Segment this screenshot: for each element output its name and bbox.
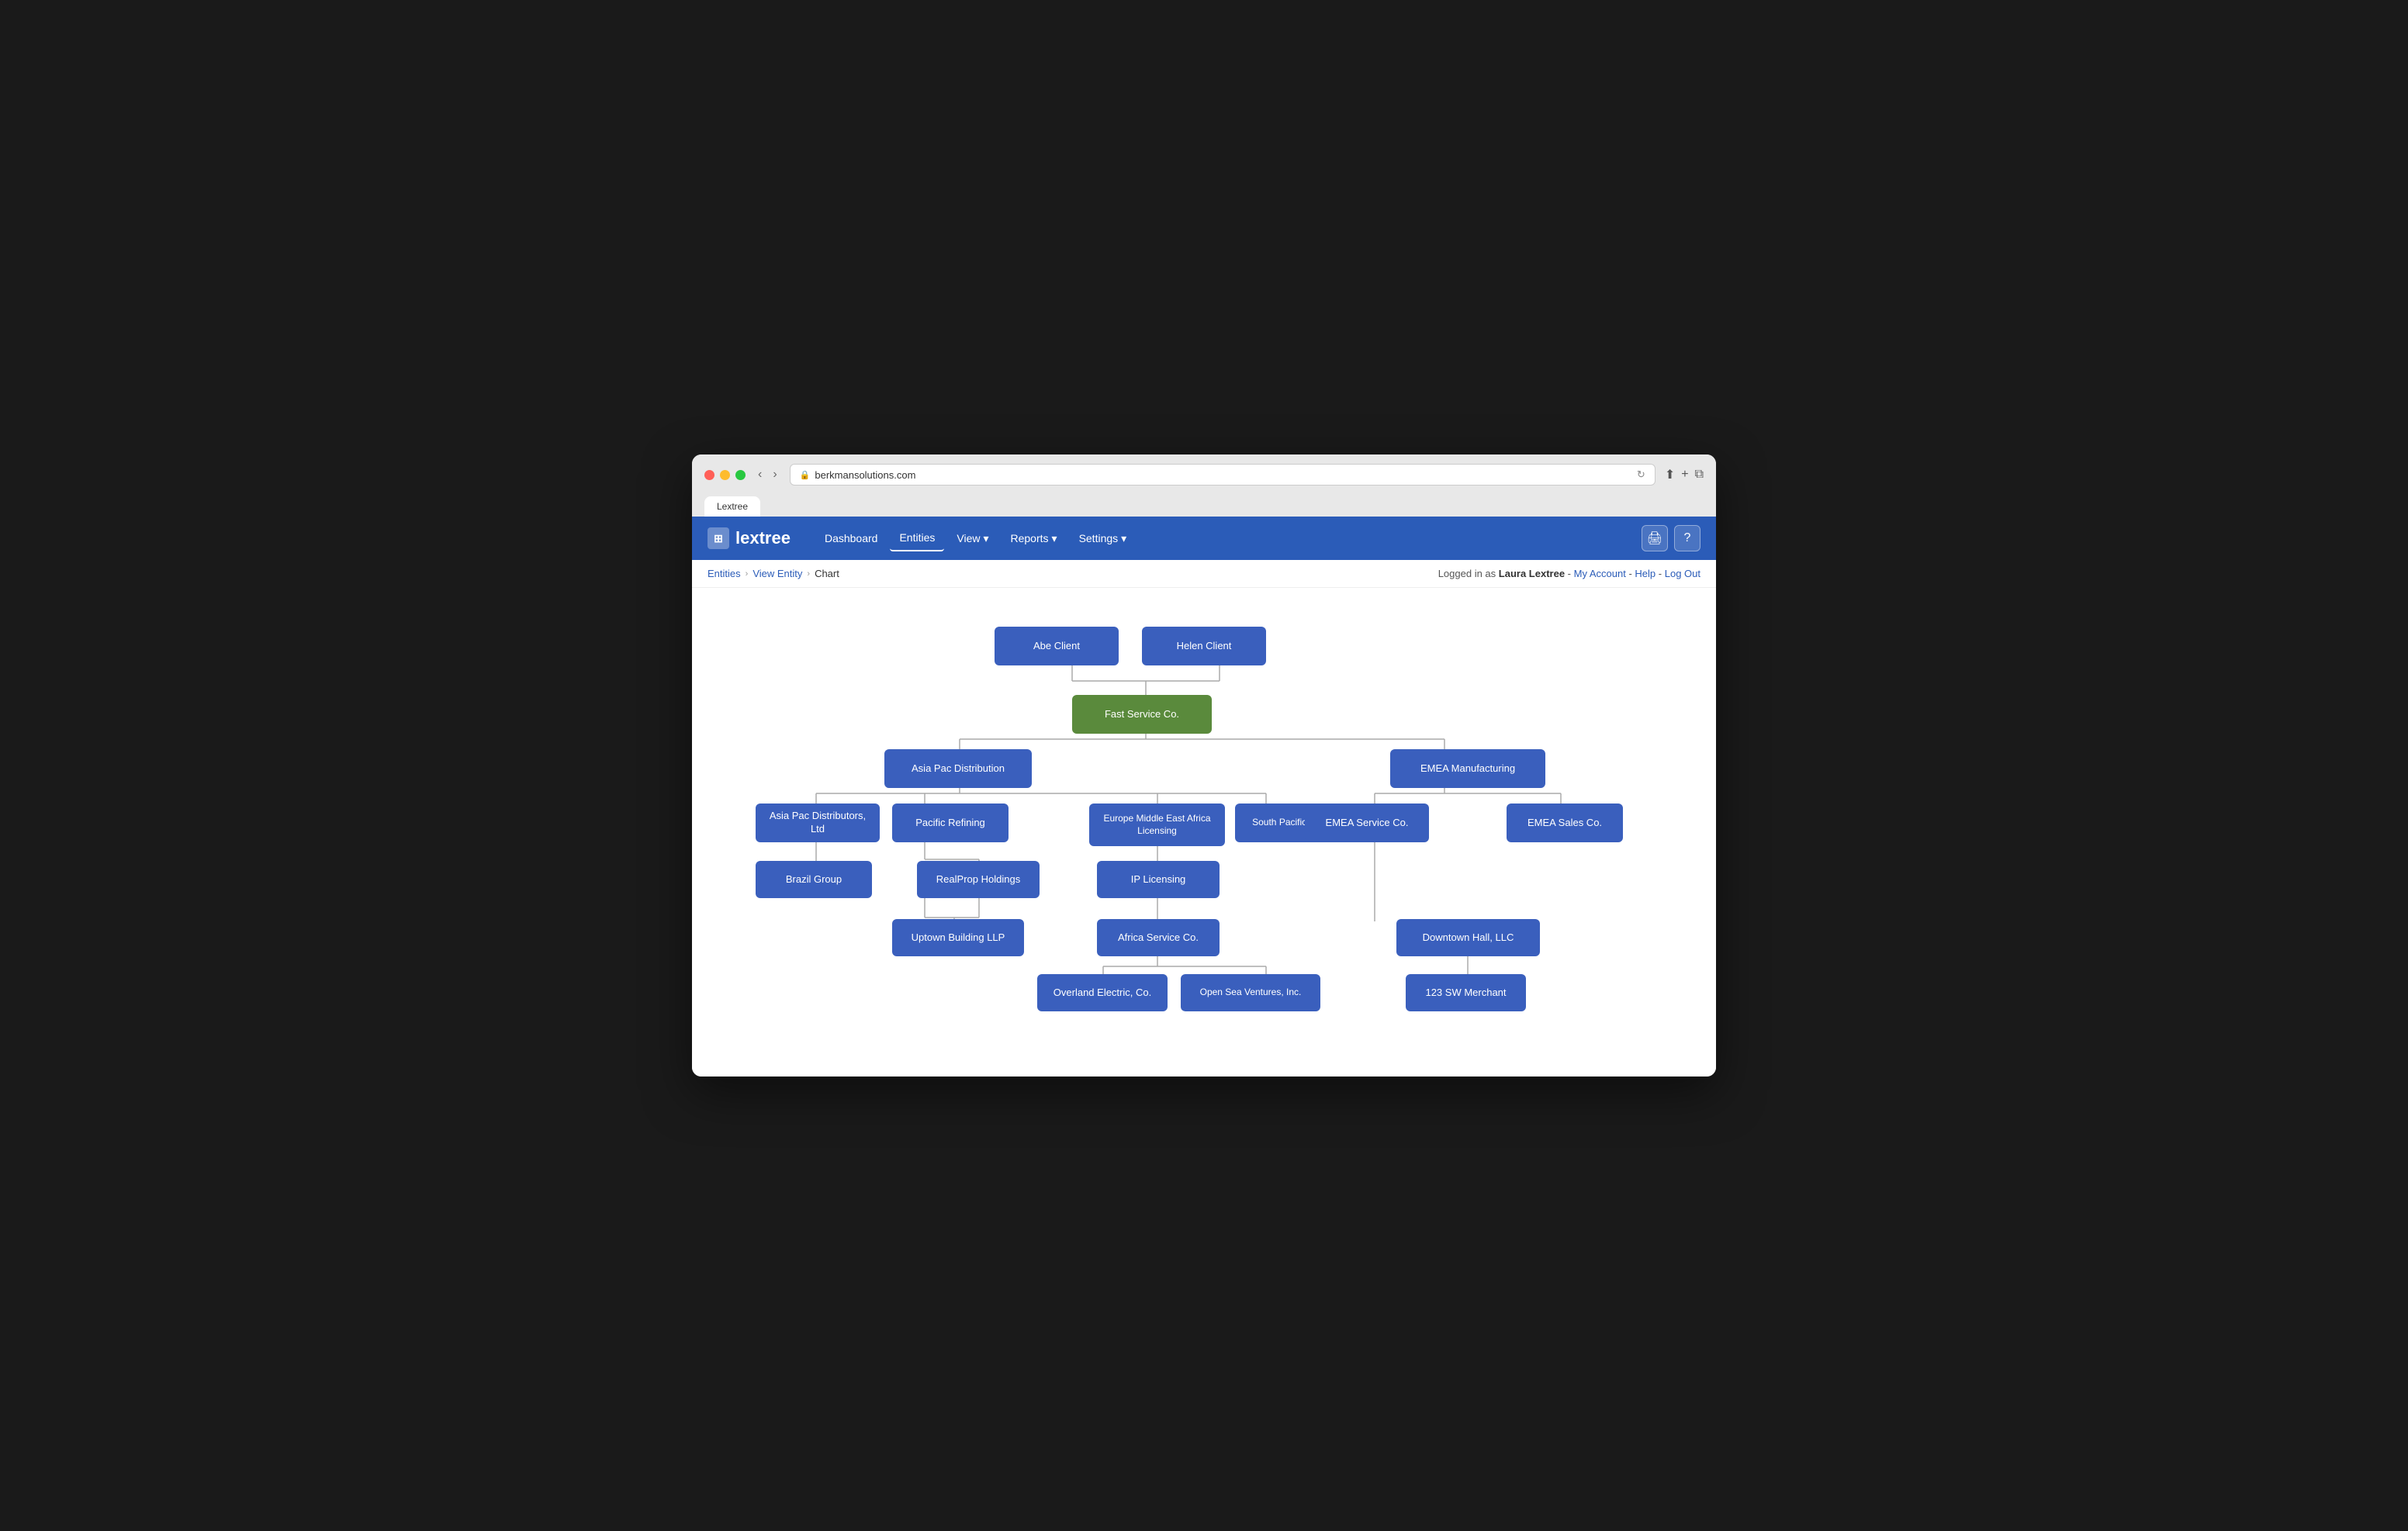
chevron-down-icon: ▾ <box>983 532 988 545</box>
logo-icon: ⊞ <box>708 527 729 549</box>
app-logo: ⊞ lextree <box>708 527 791 549</box>
node-emea-mfg[interactable]: EMEA Manufacturing <box>1390 749 1545 788</box>
node-realprop[interactable]: RealProp Holdings <box>917 861 1040 898</box>
username: Laura Lextree <box>1499 568 1565 579</box>
breadcrumb-sep-2: › <box>807 569 810 579</box>
node-123-sw-merchant[interactable]: 123 SW Merchant <box>1406 974 1526 1011</box>
org-chart-container: Abe Client Helen Client Fast Service Co.… <box>739 611 1669 1045</box>
chevron-down-icon: ▾ <box>1121 532 1126 545</box>
maximize-button[interactable] <box>735 470 746 480</box>
node-abe-client[interactable]: Abe Client <box>995 627 1119 665</box>
nav-reports[interactable]: Reports ▾ <box>1002 525 1067 551</box>
node-emea-service[interactable]: EMEA Service Co. <box>1305 804 1429 842</box>
browser-window: ‹ › 🔒 berkmansolutions.com ↻ ⬆ + ⧉ Lextr… <box>692 454 1716 1077</box>
close-button[interactable] <box>704 470 714 480</box>
node-emea-licensing[interactable]: Europe Middle East Africa Licensing <box>1089 804 1225 846</box>
address-bar[interactable]: 🔒 berkmansolutions.com ↻ <box>790 464 1656 486</box>
node-asia-pac-distributors[interactable]: Asia Pac Distributors, Ltd <box>756 804 880 842</box>
node-helen-client[interactable]: Helen Client <box>1142 627 1266 665</box>
lock-icon: 🔒 <box>800 470 811 480</box>
breadcrumb: Entities › View Entity › Chart <box>708 568 839 579</box>
main-nav: Dashboard Entities View ▾ Reports ▾ Sett… <box>815 525 1136 551</box>
node-asia-pac-dist[interactable]: Asia Pac Distribution <box>884 749 1032 788</box>
url-text: berkmansolutions.com <box>815 469 915 481</box>
breadcrumb-entities[interactable]: Entities <box>708 568 741 579</box>
tabs-button[interactable]: ⧉ <box>1695 467 1704 482</box>
breadcrumb-view-entity[interactable]: View Entity <box>752 568 802 579</box>
user-info: Logged in as Laura Lextree - My Account … <box>1438 568 1700 579</box>
node-pacific-refining[interactable]: Pacific Refining <box>892 804 1009 842</box>
help-button[interactable]: ? <box>1674 525 1700 551</box>
new-tab-button[interactable]: + <box>1681 467 1688 482</box>
node-uptown[interactable]: Uptown Building LLP <box>892 919 1024 956</box>
node-open-sea[interactable]: Open Sea Ventures, Inc. <box>1181 974 1320 1011</box>
print-button[interactable]: 🖨 <box>1642 525 1668 551</box>
active-tab[interactable]: Lextree <box>704 496 760 517</box>
share-button[interactable]: ⬆ <box>1665 467 1675 482</box>
traffic-lights <box>704 470 746 480</box>
nav-settings[interactable]: Settings ▾ <box>1070 525 1137 551</box>
node-fast-service[interactable]: Fast Service Co. <box>1072 695 1212 734</box>
node-downtown-hall[interactable]: Downtown Hall, LLC <box>1396 919 1540 956</box>
node-brazil-group[interactable]: Brazil Group <box>756 861 872 898</box>
help-link[interactable]: Help <box>1635 568 1656 579</box>
chart-area: Abe Client Helen Client Fast Service Co.… <box>692 588 1716 1077</box>
breadcrumb-chart: Chart <box>815 568 839 579</box>
node-africa-service[interactable]: Africa Service Co. <box>1097 919 1220 956</box>
breadcrumb-bar: Entities › View Entity › Chart Logged in… <box>692 560 1716 588</box>
node-emea-sales[interactable]: EMEA Sales Co. <box>1507 804 1623 842</box>
logo-text: lextree <box>735 528 791 548</box>
node-overland-electric[interactable]: Overland Electric, Co. <box>1037 974 1168 1011</box>
forward-button[interactable]: › <box>770 466 780 483</box>
node-ip-licensing[interactable]: IP Licensing <box>1097 861 1220 898</box>
nav-view[interactable]: View ▾ <box>947 525 998 551</box>
nav-entities[interactable]: Entities <box>890 525 944 551</box>
my-account-link[interactable]: My Account <box>1574 568 1626 579</box>
nav-dashboard[interactable]: Dashboard <box>815 525 887 551</box>
back-button[interactable]: ‹ <box>755 466 765 483</box>
chevron-down-icon: ▾ <box>1052 532 1057 545</box>
reload-icon[interactable]: ↻ <box>1637 468 1645 481</box>
app-header: ⊞ lextree Dashboard Entities View ▾ Repo… <box>692 517 1716 560</box>
browser-chrome: ‹ › 🔒 berkmansolutions.com ↻ ⬆ + ⧉ Lextr… <box>692 454 1716 517</box>
minimize-button[interactable] <box>720 470 730 480</box>
breadcrumb-sep-1: › <box>746 569 749 579</box>
logout-link[interactable]: Log Out <box>1665 568 1700 579</box>
